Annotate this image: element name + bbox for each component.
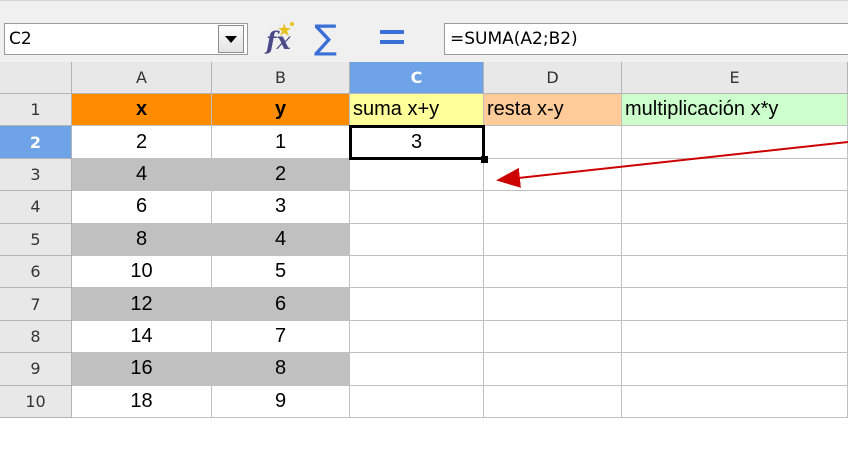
cell-c7[interactable] xyxy=(350,288,484,321)
cell-c5[interactable] xyxy=(350,223,484,256)
cell-b6[interactable]: 5 xyxy=(212,256,350,289)
cell-c9[interactable] xyxy=(350,353,484,386)
cell-e7[interactable] xyxy=(622,288,848,321)
cell-c8[interactable] xyxy=(350,320,484,354)
cell-a5[interactable]: 8 xyxy=(72,223,212,256)
column-header-a[interactable]: A xyxy=(72,62,212,94)
column-header-e[interactable]: E xyxy=(622,62,848,94)
row-header-9[interactable]: 9 xyxy=(0,353,72,386)
fx-icon[interactable]: fx xyxy=(262,19,298,55)
row-header-6[interactable]: 6 xyxy=(0,256,72,289)
cell-e8[interactable] xyxy=(622,320,848,354)
formula-bar: C2 fx ∑ =SUMA(A2;B2) xyxy=(0,0,848,62)
equals-icon[interactable] xyxy=(374,21,414,53)
cell-c3[interactable] xyxy=(350,158,484,192)
cell-e5[interactable] xyxy=(622,223,848,256)
cell-c10[interactable] xyxy=(350,385,484,418)
formula-input[interactable]: =SUMA(A2;B2) xyxy=(444,23,848,55)
column-header-c[interactable]: C xyxy=(350,62,484,94)
cell-a7[interactable]: 12 xyxy=(72,288,212,321)
cell-b9[interactable]: 8 xyxy=(212,353,350,386)
cell-a1[interactable]: x xyxy=(72,94,212,127)
select-all-corner[interactable] xyxy=(0,62,72,94)
cell-c4[interactable] xyxy=(350,191,484,224)
row-header-4[interactable]: 4 xyxy=(0,191,72,224)
cell-e1[interactable]: multiplicación x*y xyxy=(622,94,848,127)
cell-b8[interactable]: 7 xyxy=(212,320,350,354)
column-header-d[interactable]: D xyxy=(484,62,622,94)
cell-d2[interactable] xyxy=(484,126,622,159)
cell-b7[interactable]: 6 xyxy=(212,288,350,321)
column-header-b[interactable]: B xyxy=(212,62,350,94)
cell-a6[interactable]: 10 xyxy=(72,256,212,289)
cell-d9[interactable] xyxy=(484,353,622,386)
cell-e4[interactable] xyxy=(622,191,848,224)
cell-d5[interactable] xyxy=(484,223,622,256)
row-header-5[interactable]: 5 xyxy=(0,223,72,256)
row-header-10[interactable]: 10 xyxy=(0,385,72,418)
row-header-2[interactable]: 2 xyxy=(0,126,72,159)
cell-a9[interactable]: 16 xyxy=(72,353,212,386)
cell-a4[interactable]: 6 xyxy=(72,191,212,224)
cell-b1[interactable]: y xyxy=(212,94,350,127)
fill-handle[interactable] xyxy=(481,155,488,163)
cell-d6[interactable] xyxy=(484,256,622,289)
cell-e10[interactable] xyxy=(622,385,848,418)
cell-d1[interactable]: resta x-y xyxy=(484,94,622,127)
cell-d4[interactable] xyxy=(484,191,622,224)
row-header-8[interactable]: 8 xyxy=(0,320,72,354)
chevron-down-icon[interactable] xyxy=(218,25,244,53)
cell-e6[interactable] xyxy=(622,256,848,289)
cell-d10[interactable] xyxy=(484,385,622,418)
cell-d7[interactable] xyxy=(484,288,622,321)
cell-b5[interactable]: 4 xyxy=(212,223,350,256)
cell-e3[interactable] xyxy=(622,158,848,192)
cell-a8[interactable]: 14 xyxy=(72,320,212,354)
row-header-3[interactable]: 3 xyxy=(0,158,72,192)
row-header-1[interactable]: 1 xyxy=(0,94,72,127)
cell-c6[interactable] xyxy=(350,256,484,289)
cell-b3[interactable]: 2 xyxy=(212,158,350,192)
cell-c1[interactable]: suma x+y xyxy=(350,94,484,127)
cell-b4[interactable]: 3 xyxy=(212,191,350,224)
cell-b10[interactable]: 9 xyxy=(212,385,350,418)
cell-d3[interactable] xyxy=(484,158,622,192)
name-box[interactable]: C2 xyxy=(4,23,248,55)
cell-a2[interactable]: 2 xyxy=(72,126,212,159)
cell-a3[interactable]: 4 xyxy=(72,158,212,192)
cell-b2[interactable]: 1 xyxy=(212,126,350,159)
cell-e9[interactable] xyxy=(622,353,848,386)
cell-d8[interactable] xyxy=(484,320,622,354)
selected-cell-outline xyxy=(349,125,485,160)
cell-a10[interactable]: 18 xyxy=(72,385,212,418)
cell-e2[interactable] xyxy=(622,126,848,159)
row-header-7[interactable]: 7 xyxy=(0,288,72,321)
sigma-icon[interactable]: ∑ xyxy=(314,21,337,55)
